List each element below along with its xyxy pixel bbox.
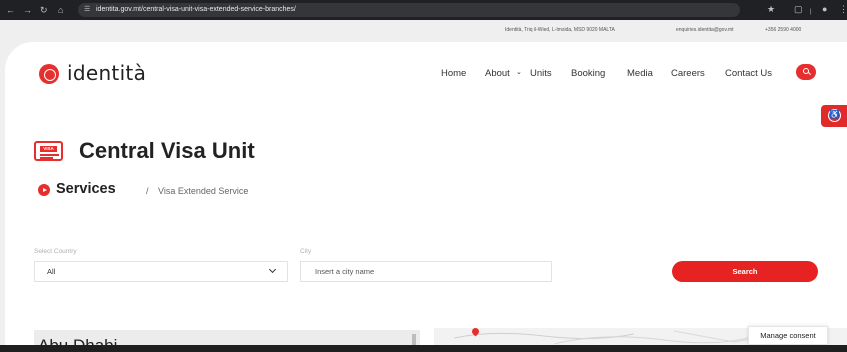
nav-units[interactable]: Units	[530, 68, 552, 79]
play-bullet-icon	[38, 184, 50, 196]
search-button[interactable]: Search	[672, 261, 818, 282]
taskbar	[0, 345, 847, 352]
results-scrollbar[interactable]	[412, 334, 416, 345]
star-icon[interactable]: ★	[767, 4, 775, 15]
address-url[interactable]: identita.gov.mt/central-visa-unit-visa-e…	[96, 5, 296, 15]
contact-address: Identità, Triq il-Wied, L-Imsida, MSD 90…	[505, 27, 615, 33]
visa-icon-label: VISA	[40, 146, 57, 152]
nav-about[interactable]: About	[485, 68, 510, 79]
country-select[interactable]: All	[34, 261, 288, 282]
city-input[interactable]	[300, 261, 552, 282]
breadcrumb-section[interactable]: Services	[56, 181, 116, 197]
nav-contact-us[interactable]: Contact Us	[725, 68, 772, 79]
city-label: City	[300, 248, 312, 255]
country-select-value[interactable]: All	[47, 267, 55, 276]
chevron-down-icon[interactable]	[268, 265, 277, 274]
country-label: Select Country	[34, 248, 77, 255]
logo-text[interactable]: identità	[67, 61, 146, 85]
reload-icon[interactable]: ↻	[40, 5, 48, 15]
nav-home[interactable]: Home	[441, 68, 466, 79]
profile-icon[interactable]: ●	[822, 4, 827, 15]
visa-card-icon: VISA	[34, 141, 63, 161]
contact-email[interactable]: enquiries.identita@gov.mt	[676, 27, 734, 33]
page-title: Central Visa Unit	[79, 138, 255, 163]
logo-icon[interactable]	[39, 64, 59, 84]
results-list[interactable]: Abu Dhabi	[34, 330, 420, 345]
extensions-icon[interactable]: ▢	[794, 4, 803, 15]
divider-icon: |	[810, 9, 812, 15]
browser-chrome: ← → ↻ ⌂ ☰ identita.gov.mt/central-visa-u…	[0, 0, 847, 20]
address-bar[interactable]: ☰ identita.gov.mt/central-visa-unit-visa…	[78, 3, 740, 17]
forward-icon[interactable]: →	[23, 5, 32, 15]
chevron-down-icon[interactable]: ⌄	[516, 68, 522, 76]
page-content	[5, 42, 847, 345]
nav-media[interactable]: Media	[627, 68, 653, 79]
breadcrumb-separator: /	[146, 186, 149, 196]
nav-booking[interactable]: Booking	[571, 68, 605, 79]
kebab-menu-icon[interactable]: ⋮	[839, 4, 847, 15]
result-heading: Abu Dhabi	[38, 336, 117, 345]
contact-phone[interactable]: +356 2590 4000	[765, 27, 801, 33]
accessibility-icon[interactable]: ♿	[821, 105, 847, 127]
home-icon[interactable]: ⌂	[58, 5, 63, 15]
nav-careers[interactable]: Careers	[671, 68, 705, 79]
manage-consent-button[interactable]: Manage consent	[748, 326, 828, 345]
site-info-icon[interactable]: ☰	[84, 6, 92, 14]
back-icon[interactable]: ←	[6, 5, 15, 15]
breadcrumb-current: Visa Extended Service	[158, 186, 249, 196]
search-icon[interactable]	[796, 64, 816, 80]
